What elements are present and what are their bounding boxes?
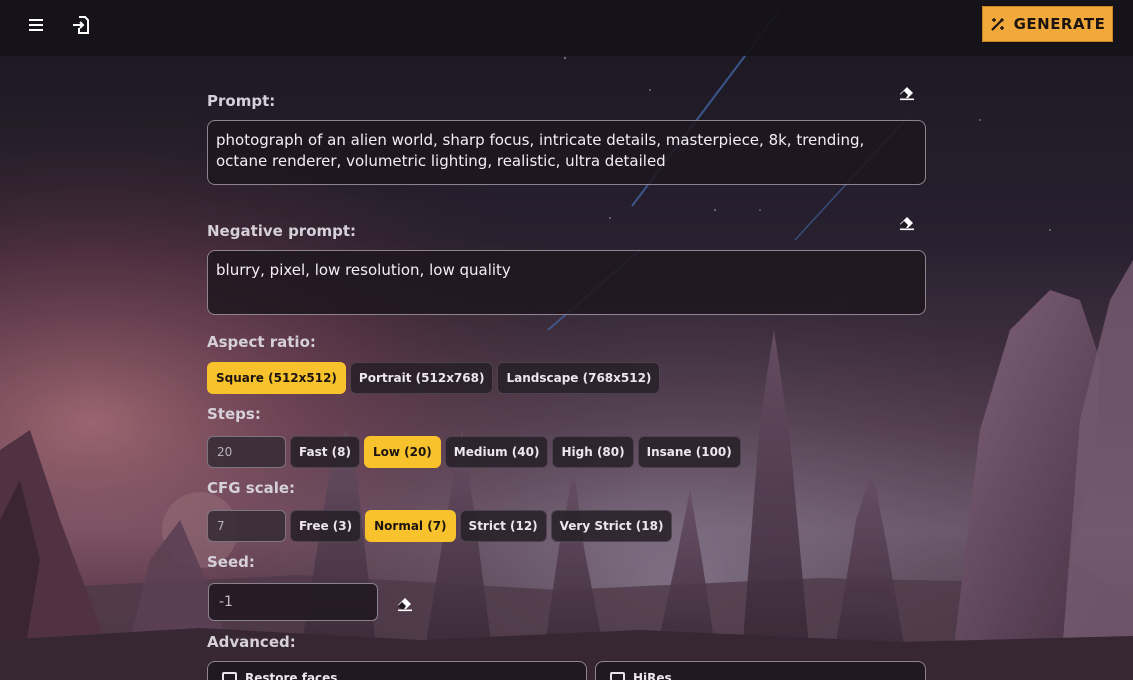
cfg-normal-option[interactable]: Normal (7) — [365, 510, 456, 542]
aspect-ratio-options: Square (512x512) Portrait (512x768) Land… — [207, 362, 661, 394]
hamburger-menu-button[interactable] — [23, 12, 49, 38]
cfg-scale-options: 7 Free (3) Normal (7) Strict (12) Very S… — [207, 510, 673, 542]
cfg-scale-label: CFG scale: — [207, 479, 296, 497]
clear-prompt-button[interactable] — [897, 82, 917, 102]
clear-negative-prompt-button[interactable] — [897, 212, 917, 232]
hires-option[interactable]: HiRes — [595, 661, 926, 680]
eraser-icon — [900, 217, 914, 231]
hires-label: HiRes — [633, 671, 672, 680]
generate-button[interactable]: GENERATE — [982, 6, 1113, 42]
hires-checkbox[interactable] — [610, 672, 625, 680]
steps-high-option[interactable]: High (80) — [552, 436, 634, 468]
login-button[interactable] — [68, 12, 94, 38]
hamburger-icon — [29, 19, 43, 31]
generate-label: GENERATE — [1013, 15, 1106, 33]
cfg-very-strict-option[interactable]: Very Strict (18) — [550, 510, 673, 542]
eraser-icon — [398, 598, 412, 612]
aspect-landscape-option[interactable]: Landscape (768x512) — [497, 362, 661, 394]
cfg-free-option[interactable]: Free (3) — [290, 510, 362, 542]
prompt-label: Prompt: — [207, 92, 276, 110]
steps-medium-option[interactable]: Medium (40) — [444, 436, 549, 468]
aspect-portrait-option[interactable]: Portrait (512x768) — [349, 362, 494, 394]
cfg-strict-option[interactable]: Strict (12) — [459, 510, 547, 542]
top-bar: GENERATE — [0, 0, 1133, 56]
cfg-scale-input[interactable]: 7 — [207, 510, 286, 542]
steps-options: 20 Fast (8) Low (20) Medium (40) High (8… — [207, 436, 741, 468]
clear-seed-button[interactable] — [395, 593, 415, 613]
steps-low-option[interactable]: Low (20) — [363, 436, 441, 468]
seed-label: Seed: — [207, 553, 255, 571]
restore-faces-checkbox[interactable] — [222, 672, 237, 680]
negative-prompt-textarea[interactable]: blurry, pixel, low resolution, low quali… — [207, 250, 926, 315]
restore-faces-option[interactable]: Restore faces — [207, 661, 587, 680]
negative-prompt-label: Negative prompt: — [207, 222, 357, 240]
steps-label: Steps: — [207, 405, 261, 423]
steps-insane-option[interactable]: Insane (100) — [637, 436, 741, 468]
login-icon — [73, 16, 89, 34]
settings-panel: Prompt: photograph of an alien world, sh… — [0, 0, 1133, 680]
restore-faces-label: Restore faces — [245, 671, 338, 680]
aspect-square-option[interactable]: Square (512x512) — [207, 362, 346, 394]
aspect-ratio-label: Aspect ratio: — [207, 333, 316, 351]
steps-fast-option[interactable]: Fast (8) — [290, 436, 360, 468]
magic-wand-icon — [990, 17, 1004, 31]
seed-input[interactable]: -1 — [208, 583, 378, 621]
prompt-textarea[interactable]: photograph of an alien world, sharp focu… — [207, 120, 926, 185]
eraser-icon — [900, 87, 914, 101]
advanced-label: Advanced: — [207, 633, 296, 651]
steps-input[interactable]: 20 — [207, 436, 286, 468]
